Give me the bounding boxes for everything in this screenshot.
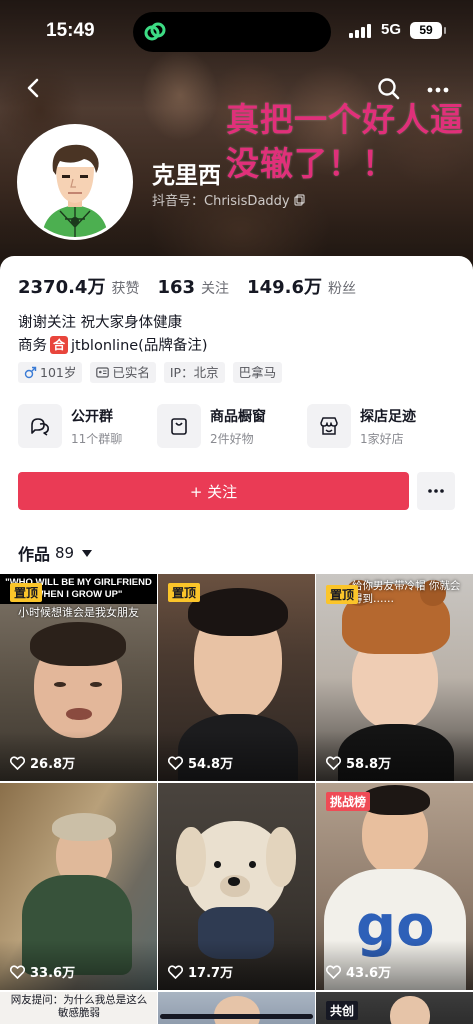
battery-icon: 59 xyxy=(410,22,446,39)
more-options-icon[interactable] xyxy=(425,80,451,100)
profile-card: 2370.4万 获赞 163 关注 149.6万 粉丝 谢谢关注 祝大家身体健康… xyxy=(0,256,473,1024)
video-likes: 17.7万 xyxy=(168,962,233,981)
banner-overlay-text: 真把一个好人逼没辙了！！ xyxy=(226,100,464,183)
profile-name: 克里西 xyxy=(152,163,221,189)
likes-count: 2370.4万 xyxy=(18,277,106,298)
status-time: 15:49 xyxy=(46,20,95,41)
video-thumbnail[interactable] xyxy=(158,992,315,1024)
pinned-badge: 置顶 xyxy=(168,583,201,602)
heart-icon xyxy=(326,964,341,979)
shortcut-store-visits[interactable]: 探店足迹 1家好店 xyxy=(307,404,455,448)
network-type: 5G xyxy=(381,21,402,38)
more-actions-button[interactable] xyxy=(417,472,455,510)
video-thumbnail[interactable]: "WHO WILL BE MY GIRLFRIEND WHEN I GROW U… xyxy=(0,574,157,781)
location-tag: 巴拿马 xyxy=(232,362,283,383)
chevron-down-icon xyxy=(82,549,93,557)
age-tag: 101岁 xyxy=(18,362,83,383)
likes-label: 获赞 xyxy=(111,281,140,297)
business-text: jtblonline(品牌备注) xyxy=(71,338,208,354)
profile-tags: 101岁 已实名 IP：北京 巴拿马 xyxy=(18,362,283,383)
home-indicator[interactable] xyxy=(160,1014,313,1019)
heart-icon xyxy=(168,964,183,979)
heart-icon xyxy=(10,755,25,770)
group-chat-icon xyxy=(31,418,49,436)
avatar-cartoon-icon xyxy=(20,127,130,237)
tab-works[interactable]: 作品 89 xyxy=(18,541,93,565)
stats-row: 2370.4万 获赞 163 关注 149.6万 粉丝 xyxy=(18,273,374,299)
shortcut-title: 商品橱窗 xyxy=(210,408,266,425)
video-caption: 网友提问：为什么我总是这么敏感脆弱 xyxy=(10,994,148,1019)
works-count: 89 xyxy=(55,544,75,562)
follow-button[interactable]: + 关注 xyxy=(18,472,409,510)
link-icon xyxy=(144,22,166,41)
copy-icon[interactable] xyxy=(294,193,306,206)
pinned-badge: 置顶 xyxy=(10,583,43,602)
likes-text: 33.6万 xyxy=(30,966,76,981)
location-text: 巴拿马 xyxy=(238,365,277,380)
challenge-badge: 挑战榜 xyxy=(326,792,371,811)
search-icon[interactable] xyxy=(376,76,402,102)
store-icon xyxy=(320,417,338,435)
shortcut-group-chat[interactable]: 公开群 11个群聊 xyxy=(18,404,166,448)
video-thumbnail[interactable]: 17.7万 xyxy=(158,783,315,990)
ip-text: IP：北京 xyxy=(169,365,219,380)
id-card-icon xyxy=(96,367,110,378)
verified-tag: 已实名 xyxy=(90,362,156,383)
heart-icon xyxy=(168,755,183,770)
video-caption-sub: 小时候想谁会是我女朋友 xyxy=(18,606,139,619)
shortcut-title: 探店足迹 xyxy=(360,408,416,425)
likes-text: 58.8万 xyxy=(346,757,392,772)
video-thumbnail[interactable]: 共创 xyxy=(316,992,473,1024)
likes-text: 43.6万 xyxy=(346,966,392,981)
followers-label[interactable]: 粉丝 xyxy=(328,278,356,298)
business-contact[interactable]: 商务 合 jtblonline(品牌备注) xyxy=(18,334,208,355)
shortcut-sub: 2件好物 xyxy=(210,431,254,446)
likes-text: 26.8万 xyxy=(30,757,76,772)
signal-icon xyxy=(349,24,373,38)
shortcut-shop-window[interactable]: 商品橱窗 2件好物 xyxy=(157,404,305,448)
likes-text: 17.7万 xyxy=(188,966,234,981)
video-likes: 43.6万 xyxy=(326,962,391,981)
male-icon xyxy=(24,366,37,379)
works-label: 作品 xyxy=(18,545,51,564)
video-likes: 58.8万 xyxy=(326,753,391,772)
collab-badge: 共创 xyxy=(326,1001,359,1020)
following-count[interactable]: 163 xyxy=(157,277,195,298)
video-likes: 33.6万 xyxy=(10,962,75,981)
video-thumbnail[interactable]: go 挑战榜 43.6万 xyxy=(316,783,473,990)
avatar[interactable] xyxy=(17,124,133,240)
handle-text: 抖音号：ChrisisDaddy xyxy=(152,194,290,209)
video-likes: 54.8万 xyxy=(168,753,233,772)
video-likes: 26.8万 xyxy=(10,753,75,772)
bio-text: 谢谢关注 祝大家身体健康 xyxy=(18,315,183,331)
back-arrow-icon[interactable] xyxy=(22,76,46,100)
video-thumbnail[interactable]: 网友提问：为什么我总是这么敏感脆弱 xyxy=(0,992,157,1024)
video-thumbnail[interactable]: 置顶 54.8万 xyxy=(158,574,315,781)
followers-count[interactable]: 149.6万 xyxy=(247,273,322,299)
shortcut-title: 公开群 xyxy=(71,408,113,425)
shortcut-sub: 1家好店 xyxy=(360,431,404,446)
business-badge: 合 xyxy=(50,335,68,354)
pinned-badge: 置顶 xyxy=(326,585,359,604)
more-dots-icon xyxy=(428,489,444,493)
video-thumbnail[interactable]: 33.6万 xyxy=(0,783,157,990)
shortcut-row: 公开群 11个群聊 商品橱窗 2件好物 探店足迹 1家好店 xyxy=(18,404,455,448)
age-text: 101岁 xyxy=(40,365,77,380)
business-prefix: 商务 xyxy=(18,338,47,354)
profile-handle[interactable]: 抖音号：ChrisisDaddy xyxy=(152,190,306,209)
following-label[interactable]: 关注 xyxy=(201,278,229,298)
status-bar: 15:49 5G 59 xyxy=(0,0,473,60)
shortcut-sub: 11个群聊 xyxy=(71,431,123,446)
dynamic-island xyxy=(133,12,331,52)
heart-icon xyxy=(326,755,341,770)
ip-tag: IP：北京 xyxy=(163,362,225,383)
likes-text: 54.8万 xyxy=(188,757,234,772)
video-caption: 给你男友带冷帽 你就会得到…… xyxy=(352,580,461,605)
heart-icon xyxy=(10,964,25,979)
shop-window-icon xyxy=(171,418,187,435)
verified-text: 已实名 xyxy=(112,365,150,380)
video-thumbnail[interactable]: 给你男友带冷帽 你就会得到…… 置顶 58.8万 xyxy=(316,574,473,781)
